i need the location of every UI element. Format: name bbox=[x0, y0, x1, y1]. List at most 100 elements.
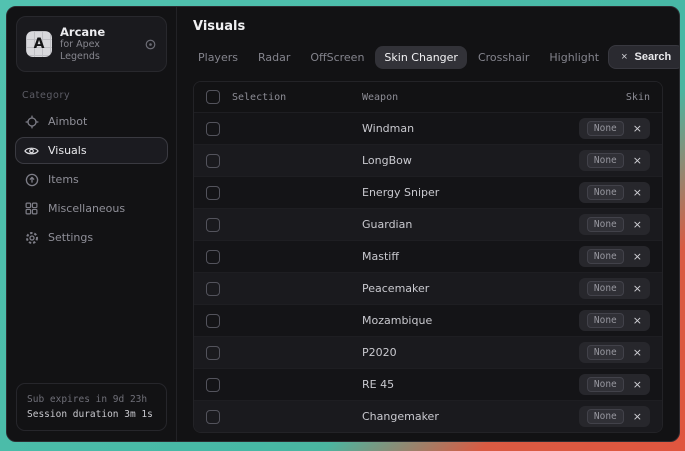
weapon-name: Mozambique bbox=[362, 314, 579, 327]
sidebar-item-settings[interactable]: Settings bbox=[15, 224, 168, 251]
grid-icon bbox=[24, 202, 39, 215]
select-all-checkbox[interactable] bbox=[206, 90, 220, 104]
table-row: Windman None × bbox=[194, 112, 662, 144]
skin-value: None bbox=[587, 313, 624, 328]
clear-skin-icon[interactable]: × bbox=[633, 187, 642, 198]
row-checkbox[interactable] bbox=[206, 154, 220, 168]
skin-column-header: Skin bbox=[626, 92, 650, 103]
tab-highlight[interactable]: Highlight bbox=[540, 46, 608, 69]
page-title: Visuals bbox=[177, 7, 679, 41]
tab-crosshair[interactable]: Crosshair bbox=[469, 46, 538, 69]
skin-value: None bbox=[587, 217, 624, 232]
weapon-name: LongBow bbox=[362, 154, 579, 167]
skin-badge[interactable]: None × bbox=[579, 118, 650, 139]
skin-value: None bbox=[587, 409, 624, 424]
tabs: PlayersRadarOffScreenSkin ChangerCrossha… bbox=[189, 46, 608, 69]
table-row: RE 45 None × bbox=[194, 368, 662, 400]
brand-card: A Arcane for Apex Legends bbox=[16, 16, 167, 72]
weapon-name: Changemaker bbox=[362, 410, 579, 423]
table-header-row: Selection Weapon Skin bbox=[194, 82, 662, 112]
skin-badge[interactable]: None × bbox=[579, 406, 650, 427]
row-checkbox[interactable] bbox=[206, 186, 220, 200]
tab-offscreen[interactable]: OffScreen bbox=[301, 46, 373, 69]
crosshair-icon bbox=[24, 115, 39, 129]
app-logo: A bbox=[26, 31, 52, 57]
weapon-name: Energy Sniper bbox=[362, 186, 579, 199]
table-row: Guardian None × bbox=[194, 208, 662, 240]
tab-bar: PlayersRadarOffScreenSkin ChangerCrossha… bbox=[177, 41, 679, 79]
row-checkbox[interactable] bbox=[206, 378, 220, 392]
clear-skin-icon[interactable]: × bbox=[633, 347, 642, 358]
skin-badge[interactable]: None × bbox=[579, 342, 650, 363]
sidebar-item-visuals[interactable]: Visuals bbox=[15, 137, 168, 164]
app-subtitle: for Apex Legends bbox=[60, 39, 136, 63]
weapon-name: Mastiff bbox=[362, 250, 579, 263]
loot-icon bbox=[24, 173, 39, 187]
clear-skin-icon[interactable]: × bbox=[633, 315, 642, 326]
skin-badge[interactable]: None × bbox=[579, 246, 650, 267]
clear-skin-icon[interactable]: × bbox=[633, 251, 642, 262]
table-row: Energy Sniper None × bbox=[194, 176, 662, 208]
skin-value: None bbox=[587, 121, 624, 136]
search-button-label: Search bbox=[635, 51, 672, 63]
clear-skin-icon[interactable]: × bbox=[633, 123, 642, 134]
clear-skin-icon[interactable]: × bbox=[633, 411, 642, 422]
tab-skin-changer[interactable]: Skin Changer bbox=[375, 46, 467, 69]
skin-badge[interactable]: None × bbox=[579, 214, 650, 235]
weapon-column-header: Weapon bbox=[362, 92, 626, 103]
gear-icon bbox=[24, 231, 39, 245]
skin-value: None bbox=[587, 185, 624, 200]
row-checkbox[interactable] bbox=[206, 218, 220, 232]
selection-column-header: Selection bbox=[232, 92, 286, 103]
weapon-name: Windman bbox=[362, 122, 579, 135]
row-checkbox[interactable] bbox=[206, 282, 220, 296]
app-title: Arcane bbox=[60, 25, 136, 39]
session-card: Sub expires in 9d 23h Session duration 3… bbox=[16, 383, 167, 431]
row-checkbox[interactable] bbox=[206, 346, 220, 360]
tab-players[interactable]: Players bbox=[189, 46, 247, 69]
target-icon[interactable] bbox=[144, 38, 157, 51]
category-label: Category bbox=[22, 90, 161, 101]
main-panel: Visuals PlayersRadarOffScreenSkin Change… bbox=[177, 7, 679, 441]
skin-value: None bbox=[587, 345, 624, 360]
tab-radar[interactable]: Radar bbox=[249, 46, 299, 69]
sidebar-item-items[interactable]: Items bbox=[15, 166, 168, 193]
skin-badge[interactable]: None × bbox=[579, 150, 650, 171]
skin-badge[interactable]: None × bbox=[579, 182, 650, 203]
clear-skin-icon[interactable]: × bbox=[633, 283, 642, 294]
search-button[interactable]: × Search bbox=[608, 45, 680, 69]
weapon-name: P2020 bbox=[362, 346, 579, 359]
clear-skin-icon[interactable]: × bbox=[633, 219, 642, 230]
skin-value: None bbox=[587, 249, 624, 264]
clear-skin-icon[interactable]: × bbox=[633, 155, 642, 166]
table-row: Mastiff None × bbox=[194, 240, 662, 272]
skin-value: None bbox=[587, 377, 624, 392]
clear-skin-icon[interactable]: × bbox=[633, 379, 642, 390]
row-checkbox[interactable] bbox=[206, 314, 220, 328]
table-row: P2020 None × bbox=[194, 336, 662, 368]
weapon-table: Selection Weapon Skin Windman None × bbox=[193, 81, 663, 433]
table-row: LongBow None × bbox=[194, 144, 662, 176]
app-window: A Arcane for Apex Legends Category Aimbo… bbox=[6, 6, 680, 442]
table-row: Changemaker None × bbox=[194, 400, 662, 432]
sub-expiry-text: Sub expires in 9d 23h bbox=[27, 392, 156, 407]
search-close-icon: × bbox=[621, 51, 627, 63]
weapon-name: RE 45 bbox=[362, 378, 579, 391]
sidebar-nav: Aimbot Visuals Items Miscellaneous Setti… bbox=[7, 108, 176, 251]
row-checkbox[interactable] bbox=[206, 122, 220, 136]
eye-icon bbox=[24, 145, 39, 157]
skin-badge[interactable]: None × bbox=[579, 278, 650, 299]
weapon-name: Guardian bbox=[362, 218, 579, 231]
session-duration-text: Session duration 3m 1s bbox=[27, 407, 156, 422]
skin-badge[interactable]: None × bbox=[579, 310, 650, 331]
table-row: Peacemaker None × bbox=[194, 272, 662, 304]
row-checkbox[interactable] bbox=[206, 250, 220, 264]
sidebar-item-miscellaneous[interactable]: Miscellaneous bbox=[15, 195, 168, 222]
skin-badge[interactable]: None × bbox=[579, 374, 650, 395]
weapon-name: Peacemaker bbox=[362, 282, 579, 295]
sidebar-item-aimbot[interactable]: Aimbot bbox=[15, 108, 168, 135]
row-checkbox[interactable] bbox=[206, 410, 220, 424]
table-body: Windman None × LongBow None × bbox=[194, 112, 662, 432]
skin-value: None bbox=[587, 281, 624, 296]
skin-value: None bbox=[587, 153, 624, 168]
